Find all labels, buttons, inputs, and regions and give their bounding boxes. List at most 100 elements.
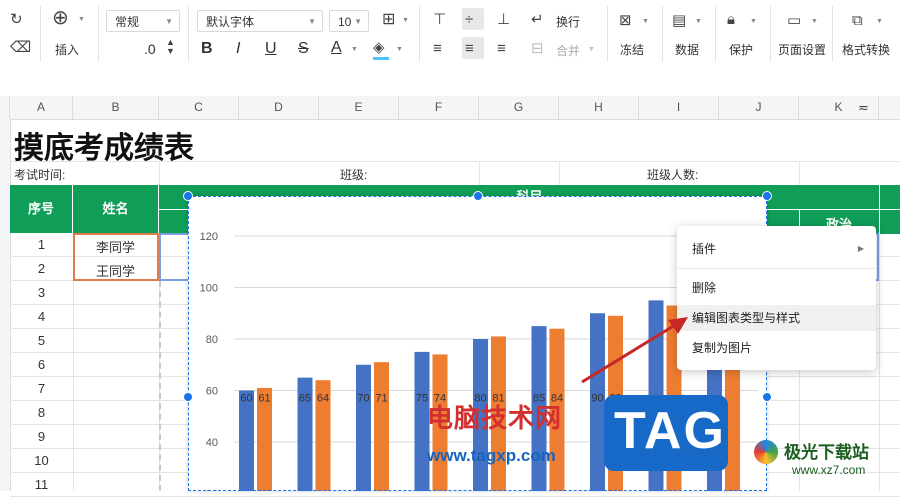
bold-button[interactable]: B [201,40,213,58]
decimal-button[interactable]: .0 [144,41,156,57]
resize-handle-tr[interactable] [762,191,772,201]
align-bottom-icon[interactable]: ⊥ [497,12,510,28]
number-format-value: 常规 [115,15,140,29]
align-middle-icon[interactable]: ÷ [465,12,473,28]
watermark-site-name: 极光下载站 [784,443,869,462]
col-header-g[interactable]: G [479,96,559,119]
row-index-cell[interactable]: 3 [10,285,73,300]
number-format-select[interactable]: 常规 ▼ [106,10,180,32]
info-row: 考试时间: 班级: 班级人数: [10,161,900,186]
menu-item-edit-chart-type-label: 编辑图表类型与样式 [692,311,801,325]
menu-item-delete-label: 删除 [692,281,717,295]
seq-header[interactable]: 序号 [10,185,73,233]
page-setup-icon[interactable]: ▭ [787,13,801,29]
class-count-label[interactable]: 班级人数: [647,166,698,183]
class-label[interactable]: 班级: [340,166,367,183]
bar-data-label: 65 [299,393,311,405]
align-top-icon[interactable]: ⊤ [433,12,446,28]
name-cell-2[interactable]: 王同学 [96,261,135,280]
watermark-url: www.tagxp.com [427,446,556,465]
row-index-cell[interactable]: 1 [10,237,73,252]
menu-item-edit-chart-type[interactable]: 编辑图表类型与样式 [677,305,876,331]
page-setup-label[interactable]: 页面设置 [778,41,826,58]
underline-button[interactable]: U [265,40,277,58]
strikethrough-button[interactable]: S [298,40,309,58]
col-header-j[interactable]: J [719,96,799,119]
merge-label[interactable]: 合并 [556,42,580,59]
context-menu: 插件 ▶ 删除 编辑图表类型与样式 复制为图片 [677,226,876,370]
col-header-a[interactable]: A [10,96,73,119]
wrap-label[interactable]: 换行 [556,13,580,30]
col-header-c[interactable]: C [159,96,239,119]
col-header-h[interactable]: H [559,96,639,119]
watermark-tag-text: TAG [614,402,726,460]
site-logo-icon [754,440,778,464]
bar-series2 [374,362,389,496]
column-headers: A B C D E F G H I J K ≂ [0,96,900,120]
align-left-icon[interactable]: ≡ [433,41,442,57]
eraser-icon[interactable]: ⌫ [10,40,31,56]
border-icon[interactable]: ⊞ [382,12,395,28]
formula-bar[interactable] [0,70,900,97]
y-tick-label: 60 [206,386,218,398]
watermark-cn-text: 电脑技术网 [427,403,563,433]
row-index-cell[interactable]: 9 [10,429,73,444]
name-header[interactable]: 姓名 [73,185,159,233]
watermark-tag-badge: TAG [604,395,728,471]
resize-handle-tl[interactable] [183,191,193,201]
font-size-select[interactable]: 10 ▼ [329,10,369,32]
protect-label[interactable]: 保护 [729,41,753,58]
data-icon[interactable]: ▤ [672,13,686,29]
resize-handle-mr[interactable] [762,392,772,402]
format-convert-icon[interactable]: ⧉ [852,13,863,29]
col-header-e[interactable]: E [319,96,399,119]
col-header-i[interactable]: I [639,96,719,119]
menu-item-plugins-label: 插件 [692,242,717,256]
menu-item-delete[interactable]: 删除 [677,275,876,301]
row-index-cell[interactable]: 8 [10,405,73,420]
menu-item-copy-as-image[interactable]: 复制为图片 [677,335,876,361]
insert-label[interactable]: 插入 [55,41,79,58]
y-tick-label: 80 [206,334,218,346]
menu-item-copy-as-image-label: 复制为图片 [692,341,753,355]
resize-handle-tc[interactable] [473,191,483,201]
font-color-button[interactable]: A [331,39,342,57]
bar-data-label: 71 [375,393,387,405]
italic-button[interactable]: I [236,40,240,58]
font-family-select[interactable]: 默认字体 ▼ [197,10,323,32]
insert-icon[interactable]: ⊕ [52,8,69,28]
column-filter-icon[interactable]: ≂ [858,100,869,116]
data-label[interactable]: 数据 [675,41,699,58]
name-cell-1[interactable]: 李同学 [96,237,135,256]
annotation-arrow [581,317,688,384]
wrap-icon[interactable]: ↵ [531,12,544,28]
menu-item-plugins[interactable]: 插件 ▶ [677,236,876,262]
y-tick-label: 40 [206,437,218,449]
lock-icon[interactable]: 🔒︎ [727,12,735,28]
freeze-icon[interactable]: ⊠ [619,13,632,29]
format-convert-label[interactable]: 格式转换 [842,41,890,58]
corner-cell[interactable] [0,96,10,119]
watermark-site-url: www.xz7.com [792,463,866,477]
toolbar: ↻ ⌫ ⊕ ▼ 插入 常规 ▼ .0 ▲ ▼ 默认字体 ▼ 10 ▼ ⊞ ▼ B I U… [0,0,900,71]
merge-icon[interactable]: ⊟ [531,41,544,57]
row-index-cell[interactable]: 6 [10,357,73,372]
row-index-cell[interactable]: 7 [10,381,73,396]
row-index-cell[interactable]: 11 [10,477,73,492]
row-index-cell[interactable]: 2 [10,261,73,276]
freeze-label[interactable]: 冻结 [620,41,644,58]
col-header-d[interactable]: D [239,96,319,119]
exam-time-label[interactable]: 考试时间: [14,166,65,183]
row-index-cell[interactable]: 4 [10,309,73,324]
redo-icon[interactable]: ↻ [10,12,23,28]
fill-color-icon[interactable]: ◈ [373,40,385,56]
row-index-cell[interactable]: 5 [10,333,73,348]
align-center-icon[interactable]: ≡ [465,41,474,57]
col-header-f[interactable]: F [399,96,479,119]
resize-handle-ml[interactable] [183,392,193,402]
align-right-icon[interactable]: ≡ [497,41,506,57]
stepper-icon[interactable]: ▲ ▼ [166,38,175,56]
bar-series1 [239,390,254,496]
row-index-cell[interactable]: 10 [10,453,73,468]
col-header-b[interactable]: B [73,96,159,119]
